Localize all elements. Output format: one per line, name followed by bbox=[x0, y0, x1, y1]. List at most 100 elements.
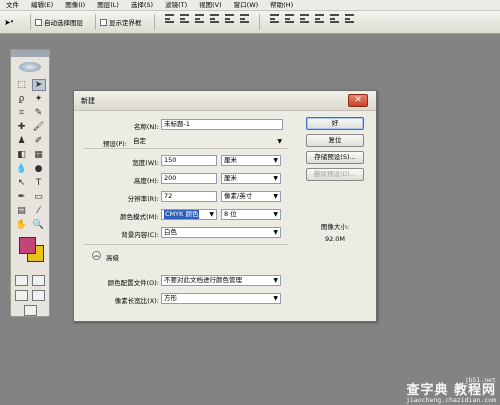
align-vcenter-icon[interactable] bbox=[179, 14, 189, 23]
lasso-tool-icon[interactable]: ϼ bbox=[15, 93, 29, 105]
distribute-right-icon[interactable] bbox=[344, 14, 354, 23]
jump-to-imageready-icon[interactable] bbox=[23, 305, 37, 316]
auto-select-label: 自动选择图层 bbox=[44, 19, 83, 27]
dialog-titlebar[interactable]: 新建 ✕ bbox=[74, 91, 376, 111]
quick-mask-mode-icon[interactable] bbox=[32, 275, 45, 286]
healing-brush-tool-icon[interactable]: ✚ bbox=[15, 121, 29, 133]
ok-button[interactable]: 好 bbox=[306, 117, 364, 130]
menu-file[interactable]: 文件 bbox=[0, 0, 25, 10]
reset-button[interactable]: 复位 bbox=[306, 134, 364, 147]
align-right-icon[interactable] bbox=[239, 14, 249, 23]
history-brush-tool-icon[interactable]: ✐ bbox=[32, 135, 46, 147]
notes-tool-icon[interactable]: ▤ bbox=[15, 205, 29, 217]
screen-mode-buttons bbox=[11, 290, 49, 301]
eyedropper-tool-icon[interactable]: ⁄ bbox=[32, 205, 46, 217]
advanced-group-line bbox=[84, 244, 289, 245]
menu-help[interactable]: 帮助(H) bbox=[264, 0, 299, 10]
zoom-tool-icon[interactable]: 🔍 bbox=[32, 219, 46, 231]
menu-edit[interactable]: 编辑(E) bbox=[25, 0, 59, 10]
height-field[interactable]: 200 bbox=[161, 173, 217, 184]
gradient-tool-icon[interactable]: ▦ bbox=[32, 149, 46, 161]
bit-depth-value: 8 位 bbox=[224, 210, 237, 218]
distribute-vcenter-icon[interactable] bbox=[284, 14, 294, 23]
path-select-tool-icon[interactable]: ↖ bbox=[15, 177, 29, 189]
eraser-tool-icon[interactable]: ◧ bbox=[15, 149, 29, 161]
distribute-top-icon[interactable] bbox=[269, 14, 279, 23]
chevron-down-icon: ▼ bbox=[209, 211, 214, 218]
align-tools bbox=[164, 14, 354, 30]
color-mode-select[interactable]: CMYK 颜色 ▼ bbox=[161, 209, 217, 220]
advanced-label: 高级 bbox=[106, 254, 119, 262]
move-tool-preset-icon[interactable]: ➤ ▾ bbox=[4, 18, 26, 27]
move-tool-icon[interactable]: ➤ bbox=[31, 79, 46, 91]
screen-mode-standard-icon[interactable] bbox=[15, 290, 28, 301]
auto-select-checkbox[interactable]: 自动选择图层 bbox=[35, 17, 83, 27]
brush-tool-icon[interactable]: 🖌 bbox=[32, 121, 46, 133]
background-content-value: 白色 bbox=[164, 228, 177, 236]
menu-window[interactable]: 窗口(W) bbox=[228, 0, 265, 10]
checkbox-box[interactable] bbox=[100, 18, 107, 26]
marquee-tool-icon[interactable]: ⬚ bbox=[15, 79, 29, 91]
distribute-bottom-icon[interactable] bbox=[299, 14, 309, 23]
bit-depth-select[interactable]: 8 位 ▼ bbox=[221, 209, 281, 220]
menu-view[interactable]: 视图(V) bbox=[193, 0, 228, 10]
checkbox-box[interactable] bbox=[35, 18, 42, 26]
close-icon: ✕ bbox=[354, 95, 362, 105]
resolution-field[interactable]: 72 bbox=[161, 191, 217, 202]
menu-image[interactable]: 图像(I) bbox=[59, 0, 91, 10]
menu-select[interactable]: 选择(S) bbox=[125, 0, 159, 10]
save-preset-button[interactable]: 存储预设(S)... bbox=[306, 151, 364, 164]
height-unit-value: 厘米 bbox=[224, 174, 237, 182]
align-hcenter-icon[interactable] bbox=[224, 14, 234, 23]
preset-value: 自定 bbox=[133, 137, 146, 145]
chevron-down-icon: ▼ bbox=[273, 229, 278, 236]
align-top-icon[interactable] bbox=[164, 14, 174, 23]
toolbox-header[interactable] bbox=[11, 50, 49, 57]
new-document-dialog: 新建 ✕ 名称(N): 未标题-1 预设(P): 自定 ▼ 宽度(W): 150… bbox=[73, 90, 377, 322]
chevron-down-icon: ▼ bbox=[273, 157, 278, 164]
width-unit-select[interactable]: 厘米 ▼ bbox=[221, 155, 281, 166]
standard-mode-icon[interactable] bbox=[15, 275, 28, 286]
show-bounds-label: 显示定界框 bbox=[109, 19, 142, 27]
image-size-label: 图像大小: bbox=[320, 223, 350, 231]
hand-tool-icon[interactable]: ✋ bbox=[15, 219, 29, 231]
shape-tool-icon[interactable]: ▭ bbox=[32, 191, 46, 203]
height-unit-select[interactable]: 厘米 ▼ bbox=[221, 173, 281, 184]
background-content-label: 背景内容(C): bbox=[121, 231, 159, 239]
screen-mode-full-icon[interactable] bbox=[32, 290, 45, 301]
type-tool-icon[interactable]: T bbox=[32, 177, 46, 189]
show-bounds-checkbox[interactable]: 显示定界框 bbox=[100, 17, 142, 27]
stamp-tool-icon[interactable]: ♟ bbox=[15, 135, 29, 147]
color-profile-select[interactable]: 不要对此文档进行颜色管理 ▼ bbox=[161, 275, 281, 286]
crop-tool-icon[interactable]: ⌗ bbox=[15, 107, 29, 119]
color-mode-label: 颜色模式(M): bbox=[120, 213, 159, 221]
watermark: jb51.net 查字典 教程网 jiaocheng.chazidian.com bbox=[406, 377, 496, 403]
blur-tool-icon[interactable]: 💧 bbox=[15, 163, 29, 175]
slice-tool-icon[interactable]: ✎ bbox=[32, 107, 46, 119]
resolution-unit-select[interactable]: 像素/英寸 ▼ bbox=[221, 191, 281, 202]
advanced-expand-toggle[interactable]: ︽ bbox=[92, 251, 101, 260]
close-button[interactable]: ✕ bbox=[348, 94, 368, 107]
pixel-aspect-select[interactable]: 方形 ▼ bbox=[161, 293, 281, 304]
menu-layer[interactable]: 图层(L) bbox=[91, 0, 125, 10]
width-field[interactable]: 150 bbox=[161, 155, 217, 166]
image-size-value: 92.0M bbox=[324, 235, 346, 243]
foreground-color-swatch[interactable] bbox=[19, 237, 36, 254]
dodge-tool-icon[interactable]: ● bbox=[32, 163, 46, 175]
magic-wand-tool-icon[interactable]: ✦ bbox=[32, 93, 46, 105]
chevron-down-icon: ▼ bbox=[273, 295, 278, 302]
preset-select[interactable]: 自定 ▼ bbox=[130, 136, 285, 147]
distribute-hcenter-icon[interactable] bbox=[329, 14, 339, 23]
background-content-select[interactable]: 白色 ▼ bbox=[161, 227, 281, 238]
align-bottom-icon[interactable] bbox=[194, 14, 204, 23]
pen-tool-icon[interactable]: ✒ bbox=[15, 191, 29, 203]
color-profile-label: 颜色配置文件(O): bbox=[107, 279, 159, 287]
color-mode-value: CMYK 颜色 bbox=[164, 210, 200, 219]
name-field[interactable]: 未标题-1 bbox=[161, 119, 283, 130]
chevron-up-icon: ︽ bbox=[93, 252, 100, 259]
align-left-icon[interactable] bbox=[209, 14, 219, 23]
watermark-site-bottom: jiaocheng.chazidian.com bbox=[405, 395, 496, 404]
color-profile-value: 不要对此文档进行颜色管理 bbox=[164, 276, 242, 284]
distribute-left-icon[interactable] bbox=[314, 14, 324, 23]
menu-filter[interactable]: 滤镜(T) bbox=[159, 0, 193, 10]
